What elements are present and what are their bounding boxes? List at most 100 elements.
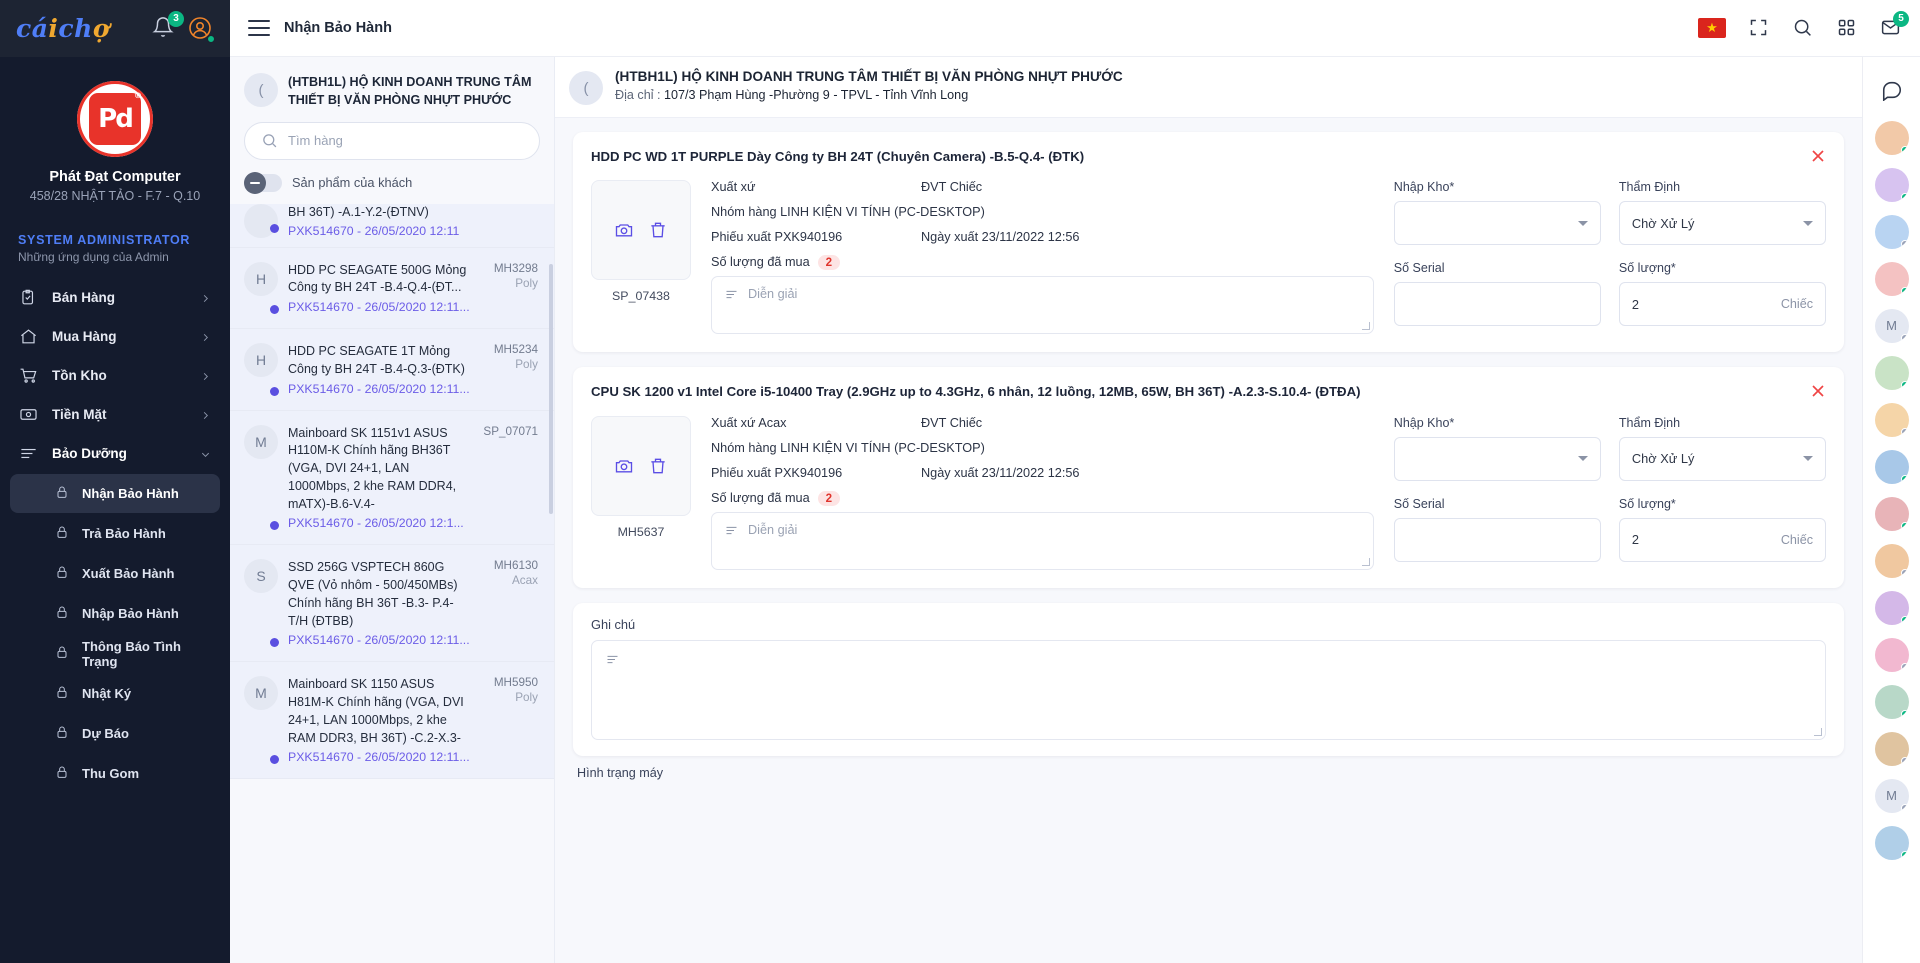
avatar[interactable]: M — [1875, 309, 1909, 343]
trash-icon[interactable] — [648, 220, 668, 240]
list-item-right: MH3298 Poly — [480, 262, 538, 315]
list-item-meta: PXK514670 - 26/05/2020 12:11... — [288, 750, 470, 764]
avatar[interactable] — [1875, 450, 1909, 484]
notifications-bell-button[interactable]: 3 — [152, 16, 178, 42]
serial-field[interactable] — [1407, 297, 1588, 312]
menu-toggle-button[interactable] — [248, 20, 270, 36]
card-product-title: HDD PC WD 1T PURPLE Dày Công ty BH 24T (… — [591, 148, 1826, 166]
list-item-right: MH5234 Poly — [480, 343, 538, 396]
remove-item-button[interactable] — [1808, 381, 1828, 401]
sidebar-item-nhap-bao-hanh[interactable]: Nhập Bảo Hành — [10, 594, 220, 633]
appraisal-select[interactable]: Chờ Xử Lý — [1619, 201, 1826, 245]
search-button[interactable] — [1792, 17, 1814, 39]
detail-scroll-area[interactable]: HDD PC WD 1T PURPLE Dày Công ty BH 24T (… — [555, 118, 1862, 963]
sidebar-item-bao-duong[interactable]: Bảo Dưỡng — [0, 434, 230, 473]
resize-handle[interactable] — [1814, 728, 1822, 736]
list-item[interactable]: S SSD 256G VSPTECH 860G QVE (Vỏ nhôm - 5… — [230, 545, 554, 662]
messages-button[interactable]: 5 — [1880, 17, 1902, 39]
avatar[interactable] — [1875, 262, 1909, 296]
origin-label: Xuất xứ — [711, 180, 755, 194]
customer-products-toggle[interactable] — [244, 174, 282, 192]
warranty-item-card: CPU SK 1200 v1 Intel Core i5-10400 Tray … — [573, 367, 1844, 587]
list-item-body: SSD 256G VSPTECH 860G QVE (Vỏ nhôm - 500… — [288, 559, 470, 647]
sidebar-item-ban-hang[interactable]: Bán Hàng — [0, 278, 230, 317]
sidebar-item-du-bao[interactable]: Dự Báo — [10, 714, 220, 753]
status-dot — [270, 224, 279, 233]
apps-button[interactable] — [1836, 17, 1858, 39]
date-label: Ngày xuất — [921, 230, 978, 244]
resize-handle[interactable] — [1362, 558, 1370, 566]
avatar[interactable] — [1875, 732, 1909, 766]
avatar[interactable] — [1875, 403, 1909, 437]
product-list[interactable]: BH 36T) -A.1-Y.2-(ĐTNV) PXK514670 - 26/0… — [230, 204, 554, 963]
avatar[interactable] — [1875, 591, 1909, 625]
avatar[interactable]: M — [1875, 779, 1909, 813]
camera-icon[interactable] — [614, 220, 634, 240]
sidebar-item-xuat-bao-hanh[interactable]: Xuất Bảo Hành — [10, 554, 220, 593]
list-item[interactable]: M Mainboard SK 1150 ASUS H81M-K Chính hã… — [230, 662, 554, 779]
avatar[interactable] — [1875, 121, 1909, 155]
list-item[interactable]: H HDD PC SEAGATE 1T Mỏng Công ty BH 24T … — [230, 329, 554, 411]
sidebar-item-mua-hang[interactable]: Mua Hàng — [0, 317, 230, 356]
status-dot — [1901, 381, 1909, 389]
description-textarea[interactable]: Diễn giải — [711, 276, 1374, 334]
qty-input[interactable]: Chiếc — [1619, 518, 1826, 562]
avatar[interactable] — [1875, 215, 1909, 249]
warehouse-select[interactable] — [1394, 437, 1601, 481]
avatar[interactable] — [1875, 638, 1909, 672]
sidebar-item-tien-mat[interactable]: Tiền Mặt — [0, 395, 230, 434]
description-textarea[interactable]: Diễn giải — [711, 512, 1374, 570]
qty-field[interactable] — [1632, 297, 1781, 312]
chevron-right-icon — [200, 409, 212, 421]
form-left: Nhập Kho* Số Serial — [1394, 180, 1601, 334]
chat-toggle-button[interactable] — [1881, 66, 1903, 114]
chevron-down-icon — [1578, 221, 1588, 226]
avatar[interactable] — [1875, 168, 1909, 202]
search-input[interactable] — [288, 133, 523, 148]
main-area: Nhận Bảo Hành ★ 5 ( (HTBH1L) HỘ KINH DOA… — [230, 0, 1920, 963]
list-item[interactable]: M Mainboard SK 1151v1 ASUS H110M-K Chính… — [230, 411, 554, 546]
list-item-body: HDD PC SEAGATE 500G Mỏng Công ty BH 24T … — [288, 262, 470, 315]
list-item[interactable]: H HDD PC SEAGATE 500G Mỏng Công ty BH 24… — [230, 248, 554, 330]
list-item-meta: PXK514670 - 26/05/2020 12:11... — [288, 633, 470, 647]
list-scrollbar[interactable] — [549, 264, 553, 514]
qty-input[interactable]: Chiếc — [1619, 282, 1826, 326]
avatar[interactable] — [1875, 826, 1909, 860]
list-item[interactable]: BH 36T) -A.1-Y.2-(ĐTNV) PXK514670 - 26/0… — [230, 204, 554, 248]
qty-field[interactable] — [1632, 532, 1781, 547]
notification-badge: 3 — [168, 11, 184, 27]
sidebar-item-tra-bao-hanh[interactable]: Trả Bảo Hành — [10, 514, 220, 553]
sidebar-item-thong-bao-tinh-trang[interactable]: Thông Báo Tình Trạng — [10, 634, 220, 673]
account-avatar-button[interactable] — [188, 16, 214, 42]
dvt-label: ĐVT — [921, 180, 946, 194]
warehouse-select[interactable] — [1394, 201, 1601, 245]
avatar: H — [244, 262, 278, 296]
avatar[interactable] — [1875, 544, 1909, 578]
sidebar-item-ton-kho[interactable]: Tồn Kho — [0, 356, 230, 395]
receipt-field: Phiếu xuất PXK940196 — [711, 466, 921, 480]
camera-icon[interactable] — [614, 456, 634, 476]
search-box[interactable] — [244, 122, 540, 160]
resize-handle[interactable] — [1362, 322, 1370, 330]
detail-customer-name: (HTBH1L) HỘ KINH DOANH TRUNG TÂM THIẾT B… — [615, 69, 1123, 84]
appraisal-select[interactable]: Chờ Xử Lý — [1619, 437, 1826, 481]
serial-input[interactable] — [1394, 282, 1601, 326]
sidebar-item-nhan-bao-hanh[interactable]: Nhận Bảo Hành — [10, 474, 220, 513]
origin-value: Acax — [758, 416, 786, 430]
avatar[interactable] — [1875, 497, 1909, 531]
avatar[interactable] — [1875, 685, 1909, 719]
fullscreen-button[interactable] — [1748, 17, 1770, 39]
serial-field[interactable] — [1407, 532, 1588, 547]
note-textarea[interactable] — [591, 640, 1826, 740]
remove-item-button[interactable] — [1808, 146, 1828, 166]
list-item-code: MH5950 — [480, 676, 538, 689]
list-item-name: SSD 256G VSPTECH 860G QVE (Vỏ nhôm - 500… — [288, 559, 470, 630]
trash-icon[interactable] — [648, 456, 668, 476]
hamburger-line — [248, 27, 270, 29]
sidebar-item-thu-gom[interactable]: Thu Gom — [10, 754, 220, 793]
flag-vietnam-icon[interactable]: ★ — [1698, 18, 1726, 38]
app-logo-caicho[interactable]: cáichợ — [16, 14, 142, 43]
serial-input[interactable] — [1394, 518, 1601, 562]
sidebar-item-nhat-ky[interactable]: Nhật Ký — [10, 674, 220, 713]
avatar[interactable] — [1875, 356, 1909, 390]
